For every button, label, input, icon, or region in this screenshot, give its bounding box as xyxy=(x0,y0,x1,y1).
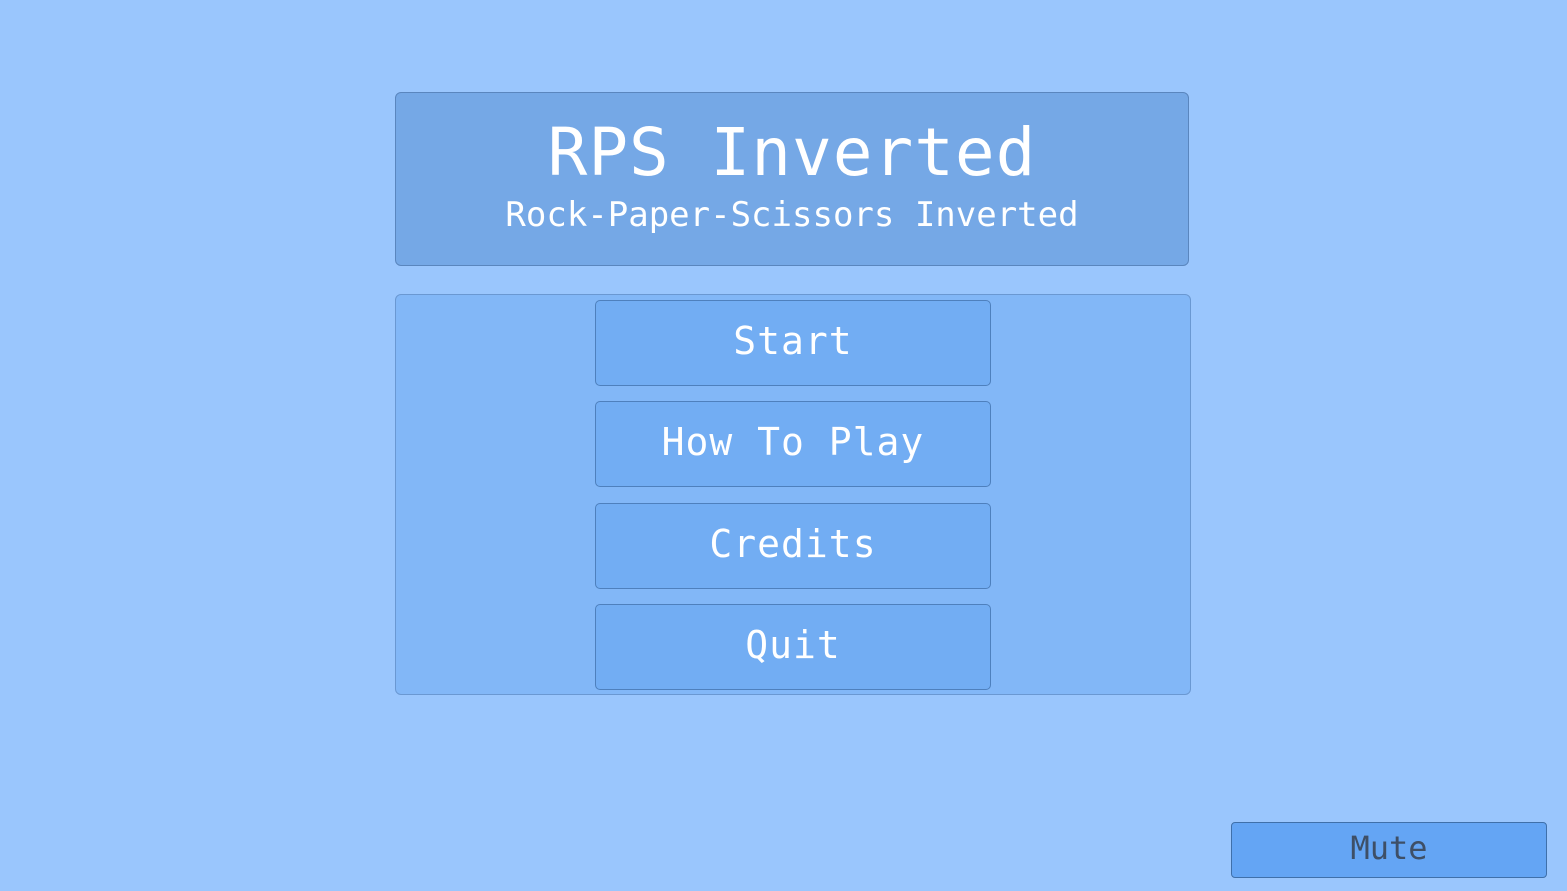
main-menu-panel: Start How To Play Credits Quit xyxy=(395,294,1191,695)
quit-button[interactable]: Quit xyxy=(595,604,991,690)
game-title: RPS Inverted xyxy=(547,114,1037,191)
start-button[interactable]: Start xyxy=(595,300,991,386)
game-subtitle: Rock-Paper-Scissors Inverted xyxy=(505,195,1079,235)
mute-button[interactable]: Mute xyxy=(1231,822,1547,878)
title-panel: RPS Inverted Rock-Paper-Scissors Inverte… xyxy=(395,92,1189,266)
credits-button[interactable]: Credits xyxy=(595,503,991,589)
how-to-play-button[interactable]: How To Play xyxy=(595,401,991,487)
